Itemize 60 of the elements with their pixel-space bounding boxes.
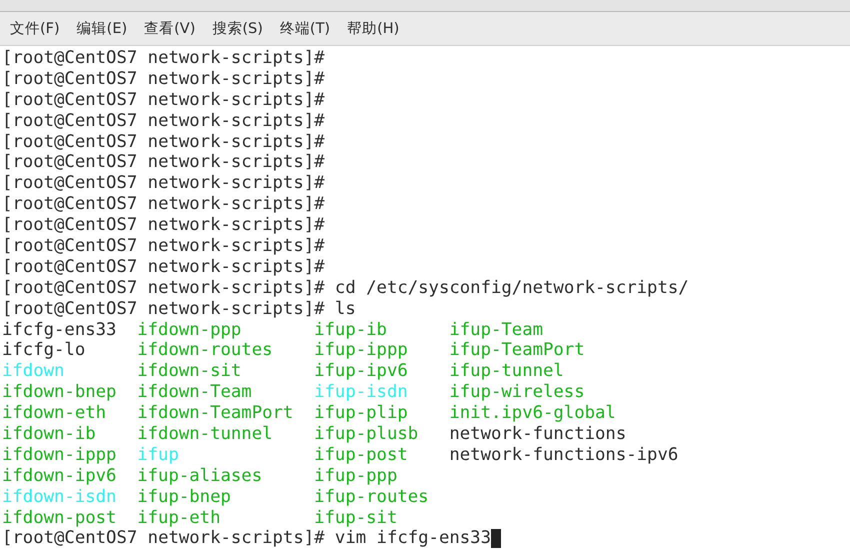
menu-item[interactable]: 帮助(H) bbox=[347, 19, 400, 38]
file-name: ifup-Team bbox=[449, 320, 543, 340]
file-name: network-functions bbox=[449, 424, 626, 444]
file-name: ifup-post bbox=[314, 444, 408, 465]
shell-prompt: [root@CentOS7 network-scripts]# bbox=[2, 528, 325, 550]
file-name: ifup-TeamPort bbox=[449, 340, 585, 360]
file-name: ifup-sit bbox=[314, 508, 398, 528]
file-name: ifdown-eth bbox=[2, 403, 106, 424]
file-name: ifdown-ppp bbox=[137, 320, 242, 340]
file-name: ifup-eth bbox=[137, 508, 220, 528]
file-name: ifdown-Team bbox=[137, 382, 252, 402]
shell-prompt: [root@CentOS7 network-scripts]# bbox=[2, 298, 325, 320]
menu-item[interactable]: 编辑(E) bbox=[76, 19, 128, 38]
file-name: init.ipv6-global bbox=[449, 403, 616, 424]
menu-item[interactable]: 搜索(S) bbox=[212, 19, 263, 38]
file-name: ifup-routes bbox=[314, 486, 429, 507]
file-name: ifup-ib bbox=[314, 320, 387, 340]
shell-prompt: [root@CentOS7 network-scripts]# bbox=[2, 256, 325, 278]
shell-prompt: [root@CentOS7 network-scripts]# bbox=[2, 173, 325, 194]
file-name: ifup bbox=[137, 444, 179, 465]
file-name: ifup-isdn bbox=[314, 382, 408, 402]
file-name: ifdown-ippp bbox=[2, 444, 116, 465]
file-name: ifup-ipv6 bbox=[314, 361, 408, 382]
file-name: ifdown-ib bbox=[2, 424, 96, 444]
file-name: network-functions-ipv6 bbox=[449, 444, 678, 465]
file-name: ifdown-bnep bbox=[2, 382, 116, 402]
shell-command: ls bbox=[334, 298, 356, 320]
file-name: ifup-plusb bbox=[314, 424, 418, 444]
shell-prompt: [root@CentOS7 network-scripts]# bbox=[2, 152, 325, 174]
file-name: ifup-ippp bbox=[314, 340, 408, 360]
shell-command: cd /etc/sysconfig/network-scripts/ bbox=[334, 278, 689, 299]
file-name: ifup-tunnel bbox=[449, 361, 564, 382]
file-name: ifup-plip bbox=[314, 403, 408, 424]
shell-prompt: [root@CentOS7 network-scripts]# bbox=[2, 132, 325, 152]
file-name: ifup-aliases bbox=[137, 466, 262, 486]
file-name: ifup-ppp bbox=[314, 466, 398, 486]
file-name: ifdown-tunnel bbox=[137, 424, 273, 444]
menu-item[interactable]: 查看(V) bbox=[144, 19, 196, 38]
file-name: ifup-wireless bbox=[449, 382, 585, 402]
shell-command: vim ifcfg-ens33 bbox=[334, 528, 491, 550]
file-name: ifup-bnep bbox=[137, 486, 231, 507]
shell-prompt: [root@CentOS7 network-scripts]# bbox=[2, 236, 325, 257]
menu-item[interactable]: 终端(T) bbox=[280, 19, 330, 38]
shell-prompt: [root@CentOS7 network-scripts]# bbox=[2, 194, 325, 216]
file-name: ifdown-TeamPort bbox=[137, 403, 294, 424]
shell-prompt: [root@CentOS7 network-scripts]# bbox=[2, 90, 325, 111]
file-name: ifcfg-lo bbox=[2, 340, 86, 360]
file-name: ifdown-routes bbox=[137, 340, 273, 360]
file-name: ifcfg-ens33 bbox=[2, 320, 116, 340]
file-name: ifdown-isdn bbox=[2, 486, 116, 507]
file-name: ifdown-ipv6 bbox=[2, 466, 116, 486]
shell-prompt: [root@CentOS7 network-scripts]# bbox=[2, 278, 325, 299]
shell-prompt: [root@CentOS7 network-scripts]# bbox=[2, 110, 325, 132]
menu-item[interactable]: 文件(F) bbox=[10, 19, 60, 38]
file-name: ifdown-sit bbox=[137, 361, 242, 382]
shell-prompt: [root@CentOS7 network-scripts]# bbox=[2, 215, 325, 236]
file-name: ifdown-post bbox=[2, 508, 116, 528]
file-name: ifdown bbox=[2, 361, 64, 382]
shell-prompt: [root@CentOS7 network-scripts]# bbox=[2, 48, 325, 69]
shell-prompt: [root@CentOS7 network-scripts]# bbox=[2, 68, 325, 90]
